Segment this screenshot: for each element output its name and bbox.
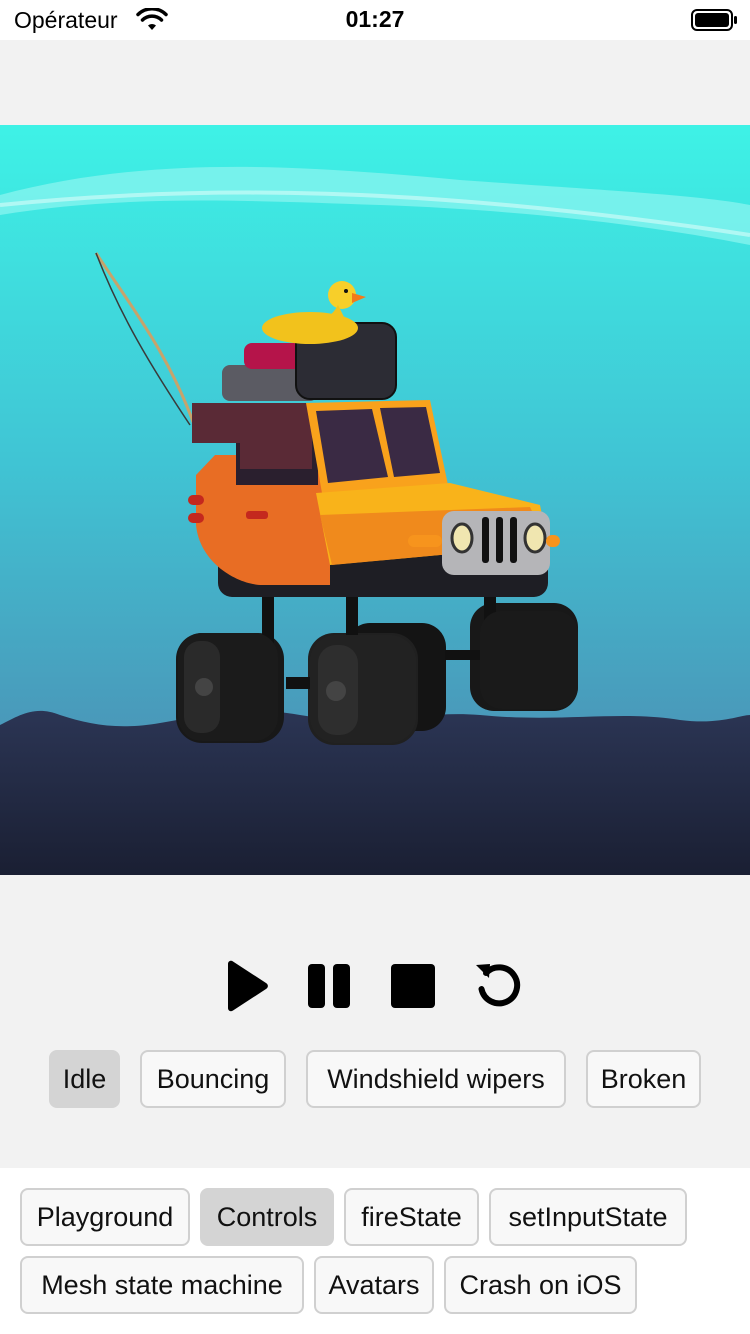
status-bar: Opérateur 01:27	[0, 0, 750, 40]
nav-playground[interactable]: Playground	[20, 1188, 190, 1246]
status-time: 01:27	[345, 6, 405, 32]
chip-idle[interactable]: Idle	[49, 1050, 120, 1108]
chip-windshield-wipers[interactable]: Windshield wipers	[306, 1050, 566, 1108]
animation-canvas[interactable]	[0, 125, 750, 875]
playback-controls	[0, 955, 750, 1017]
pause-button[interactable]	[298, 955, 360, 1017]
stop-button[interactable]	[382, 955, 444, 1017]
restart-icon	[476, 964, 521, 1007]
stop-icon	[391, 964, 435, 1008]
restart-button[interactable]	[468, 955, 530, 1017]
nav-firestate[interactable]: fireState	[344, 1188, 479, 1246]
nav-mesh-state-machine[interactable]: Mesh state machine	[20, 1256, 304, 1314]
chip-bouncing[interactable]: Bouncing	[140, 1050, 286, 1108]
nav-crash-on-ios[interactable]: Crash on iOS	[444, 1256, 637, 1314]
battery-icon	[691, 9, 737, 31]
chip-broken[interactable]: Broken	[586, 1050, 701, 1108]
play-button[interactable]	[214, 955, 276, 1017]
play-icon	[228, 960, 268, 1012]
nav-setinputstate[interactable]: setInputState	[489, 1188, 687, 1246]
pause-icon	[308, 964, 350, 1008]
nav-avatars[interactable]: Avatars	[314, 1256, 434, 1314]
nav-controls[interactable]: Controls	[200, 1188, 334, 1246]
